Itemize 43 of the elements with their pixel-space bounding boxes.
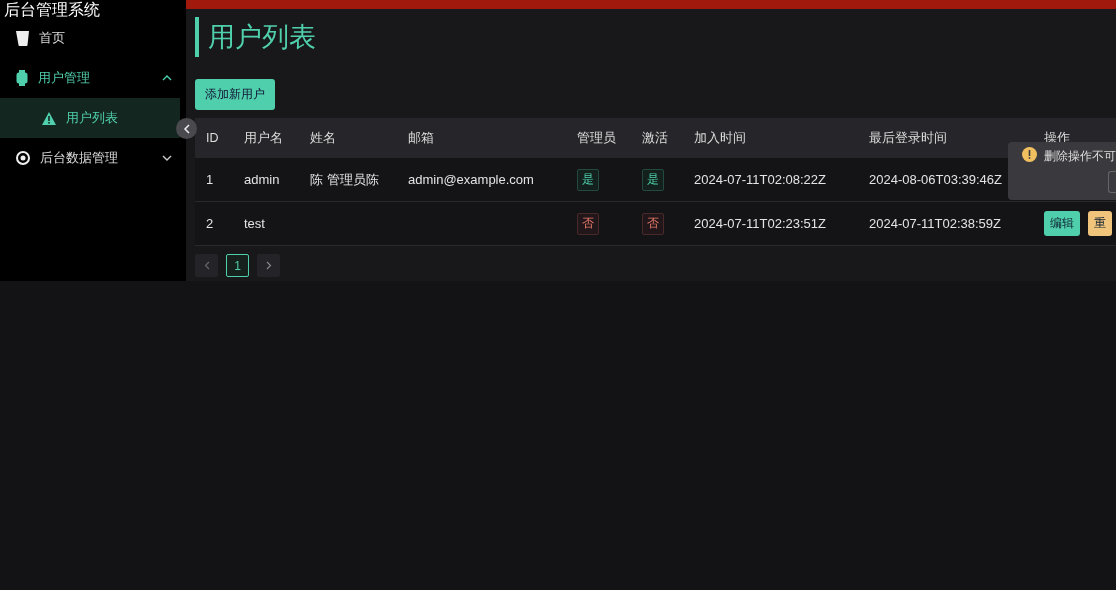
cup-icon — [16, 30, 29, 46]
table-cell: 陈 管理员陈 — [299, 158, 397, 202]
app-title: 后台管理系统 — [3, 0, 100, 20]
chevron-up-icon — [162, 74, 172, 82]
table-cell: test — [233, 202, 299, 246]
page-title: 用户列表 — [195, 17, 316, 57]
column-header: 加入时间 — [683, 118, 858, 158]
edit-button[interactable]: 编辑 — [1044, 211, 1080, 236]
chevron-down-icon — [162, 154, 172, 162]
column-header: 用户名 — [233, 118, 299, 158]
table-cell: 2024-07-11T02:23:51Z — [683, 202, 858, 246]
status-tag: 否 — [642, 212, 664, 235]
table-cell: 2024-07-11T02:38:59Z — [858, 202, 1033, 246]
table-cell: admin — [233, 158, 299, 202]
status-tag: 否 — [577, 212, 599, 235]
column-header: 姓名 — [299, 118, 397, 158]
column-header: 最后登录时间 — [858, 118, 1033, 158]
table-cell: 1 — [195, 158, 233, 202]
warning-icon — [42, 111, 56, 125]
warning-icon — [1022, 147, 1037, 162]
action-button[interactable]: 重 — [1088, 211, 1112, 236]
menu-item[interactable]: 后台数据管理 — [0, 138, 186, 178]
column-header: 邮箱 — [397, 118, 566, 158]
menu-item[interactable]: 首页 — [0, 18, 186, 58]
status-tag: 是 — [577, 168, 599, 191]
previous-page-button[interactable] — [195, 254, 218, 277]
menu-item[interactable]: 用户管理 — [0, 58, 186, 98]
submenu-item[interactable]: 用户列表 — [0, 98, 180, 138]
next-page-button[interactable] — [257, 254, 280, 277]
add-user-button[interactable]: 添加新用户 — [195, 79, 275, 110]
status-tag: 是 — [642, 168, 664, 191]
column-header: 激活 — [631, 118, 683, 158]
table-cell: 2024-07-11T02:08:22Z — [683, 158, 858, 202]
column-header: ID — [195, 118, 233, 158]
column-header: 管理员 — [566, 118, 631, 158]
page-button[interactable]: 1 — [226, 254, 249, 277]
eye-icon — [16, 151, 30, 165]
table-cell: 2 — [195, 202, 233, 246]
chevron-left-icon — [203, 261, 210, 270]
chevron-left-icon — [183, 123, 190, 134]
watch-icon — [16, 70, 28, 86]
chevron-right-icon — [265, 261, 272, 270]
table-cell: admin@example.com — [397, 158, 566, 202]
